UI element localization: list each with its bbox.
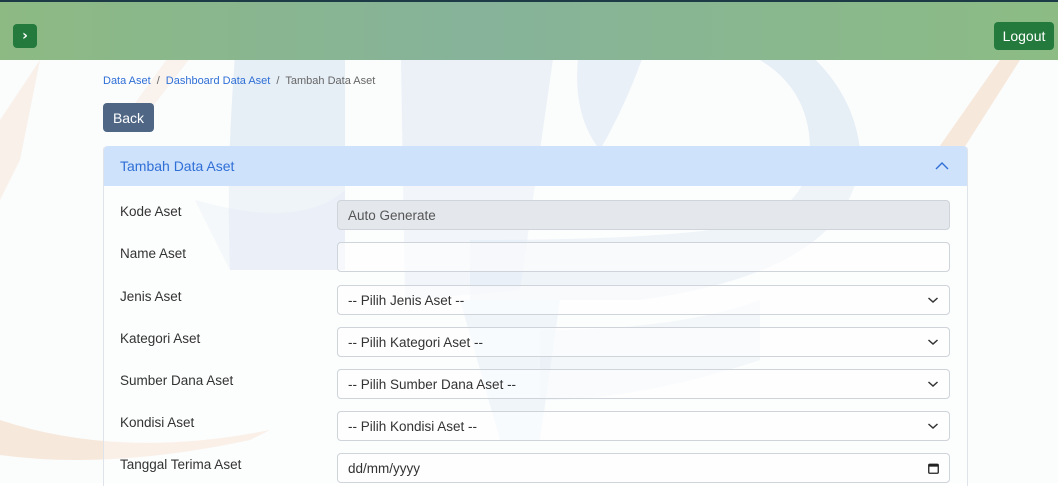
form-row-sumber-dana-aset: Sumber Dana Aset -- Pilih Sumber Dana As…: [104, 369, 967, 399]
kategori-aset-select[interactable]: -- Pilih Kategori Aset --: [337, 327, 950, 357]
calendar-icon[interactable]: [928, 463, 939, 474]
chevron-down-icon: [928, 297, 938, 304]
card-header-toggle[interactable]: Tambah Data Aset: [104, 146, 967, 186]
sidebar-toggle-button[interactable]: ›: [13, 24, 37, 48]
tanggal-terima-aset-field[interactable]: dd/mm/yyyy: [337, 453, 950, 483]
breadcrumb-dashboard-data-aset[interactable]: Dashboard Data Aset: [166, 75, 271, 87]
kondisi-aset-selected: -- Pilih Kondisi Aset --: [348, 418, 478, 434]
jenis-aset-select[interactable]: -- Pilih Jenis Aset --: [337, 285, 950, 315]
form-row-tanggal-terima-aset: Tanggal Terima Aset dd/mm/yyyy: [104, 453, 967, 483]
chevron-down-icon: [928, 423, 938, 430]
logout-button[interactable]: Logout: [994, 22, 1054, 50]
breadcrumb-separator: /: [156, 75, 160, 87]
chevron-right-icon: ›: [22, 28, 28, 44]
back-button[interactable]: Back: [103, 103, 154, 132]
sumber-dana-aset-selected: -- Pilih Sumber Dana Aset --: [348, 376, 517, 392]
tanggal-terima-aset-placeholder: dd/mm/yyyy: [348, 460, 421, 476]
sumber-dana-aset-select[interactable]: -- Pilih Sumber Dana Aset --: [337, 369, 950, 399]
chevron-down-icon: [928, 339, 938, 346]
name-aset-input[interactable]: [348, 243, 939, 271]
kode-aset-field: Auto Generate: [337, 200, 950, 230]
chevron-up-icon: [935, 162, 949, 170]
form-row-kondisi-aset: Kondisi Aset -- Pilih Kondisi Aset --: [104, 411, 967, 441]
jenis-aset-selected: -- Pilih Jenis Aset --: [348, 292, 465, 308]
form-row-name-aset: Name Aset: [104, 242, 967, 272]
chevron-down-icon: [928, 381, 938, 388]
form-row-kategori-aset: Kategori Aset -- Pilih Kategori Aset --: [104, 327, 967, 357]
breadcrumb-separator: /: [276, 75, 280, 87]
top-navbar: › Logout: [0, 0, 1058, 60]
name-aset-field[interactable]: [337, 242, 950, 272]
kategori-aset-selected: -- Pilih Kategori Aset --: [348, 334, 484, 350]
tanggal-terima-aset-label: Tanggal Terima Aset: [120, 457, 242, 472]
name-aset-label: Name Aset: [120, 246, 187, 261]
breadcrumb-data-aset[interactable]: Data Aset: [103, 75, 151, 87]
form-row-kode-aset: Kode Aset Auto Generate: [104, 200, 967, 230]
kode-aset-value: Auto Generate: [348, 207, 436, 223]
kategori-aset-label: Kategori Aset: [120, 331, 201, 346]
kode-aset-label: Kode Aset: [120, 204, 182, 219]
add-asset-card: Tambah Data Aset Kode Aset Auto Generate…: [103, 146, 968, 486]
breadcrumb-current: Tambah Data Aset: [285, 75, 376, 87]
kondisi-aset-select[interactable]: -- Pilih Kondisi Aset --: [337, 411, 950, 441]
form-row-jenis-aset: Jenis Aset -- Pilih Jenis Aset --: [104, 285, 967, 315]
breadcrumb: Data Aset / Dashboard Data Aset / Tambah…: [103, 75, 375, 87]
main-content: Data Aset / Dashboard Data Aset / Tambah…: [0, 58, 1058, 486]
card-title: Tambah Data Aset: [120, 158, 235, 174]
kondisi-aset-label: Kondisi Aset: [120, 415, 195, 430]
jenis-aset-label: Jenis Aset: [120, 289, 182, 304]
sumber-dana-aset-label: Sumber Dana Aset: [120, 373, 234, 388]
